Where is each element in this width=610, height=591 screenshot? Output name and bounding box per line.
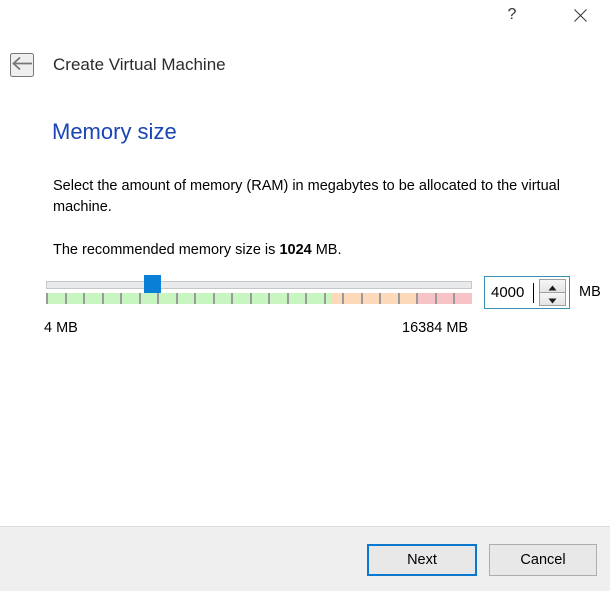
chevron-down-icon (548, 292, 557, 307)
slider-max-label: 16384 MB (402, 320, 469, 336)
recommended-suffix: MB. (311, 242, 342, 258)
tick-mark (453, 293, 455, 304)
slider-tick-marks (46, 293, 472, 304)
tick-mark (65, 293, 67, 304)
slider-min-label: 4 MB (44, 320, 78, 336)
title-bar: ? (0, 0, 610, 32)
tick-mark (361, 293, 363, 304)
spinner-decrement-button[interactable] (539, 292, 566, 306)
back-button[interactable] (10, 53, 34, 77)
slider-groove[interactable] (46, 281, 472, 289)
tick-mark (176, 293, 178, 304)
tick-mark (268, 293, 270, 304)
tick-mark (324, 293, 326, 304)
memory-size-value: 4000 (491, 284, 525, 301)
text-caret (533, 283, 534, 303)
tick-mark (102, 293, 104, 304)
tick-mark (120, 293, 122, 304)
memory-slider[interactable] (46, 275, 474, 311)
cancel-button[interactable]: Cancel (489, 544, 597, 576)
tick-mark (305, 293, 307, 304)
tick-mark (139, 293, 141, 304)
section-description: Select the amount of memory (RAM) in meg… (53, 178, 560, 215)
question-mark-icon: ? (507, 6, 517, 23)
tick-mark (83, 293, 85, 304)
tick-mark (435, 293, 437, 304)
tick-mark (194, 293, 196, 304)
help-button[interactable]: ? (489, 0, 535, 30)
tick-mark (250, 293, 252, 304)
tick-mark (287, 293, 289, 304)
tick-mark (416, 293, 418, 304)
close-button[interactable] (557, 0, 603, 30)
slider-scale-strip (46, 293, 472, 304)
tick-mark (398, 293, 400, 304)
section-heading: Memory size (52, 119, 177, 144)
close-icon (573, 8, 587, 22)
tick-mark (379, 293, 381, 304)
spinner-buttons (539, 279, 566, 306)
recommended-memory-text: The recommended memory size is 1024 MB. (53, 240, 342, 261)
recommended-value: 1024 (279, 242, 312, 258)
tick-mark (231, 293, 233, 304)
memory-size-input[interactable]: 4000 (484, 276, 570, 309)
footer-bar: Next Cancel (0, 526, 610, 591)
arrow-left-icon (11, 56, 33, 74)
next-button[interactable]: Next (367, 544, 477, 576)
tick-mark (157, 293, 159, 304)
tick-mark (213, 293, 215, 304)
tick-mark (46, 293, 48, 304)
page-title: Create Virtual Machine (53, 55, 226, 74)
recommended-prefix: The recommended memory size is (53, 242, 280, 258)
wizard-header: Create Virtual Machine (0, 50, 610, 80)
memory-unit-label: MB (579, 284, 601, 300)
tick-mark (342, 293, 344, 304)
